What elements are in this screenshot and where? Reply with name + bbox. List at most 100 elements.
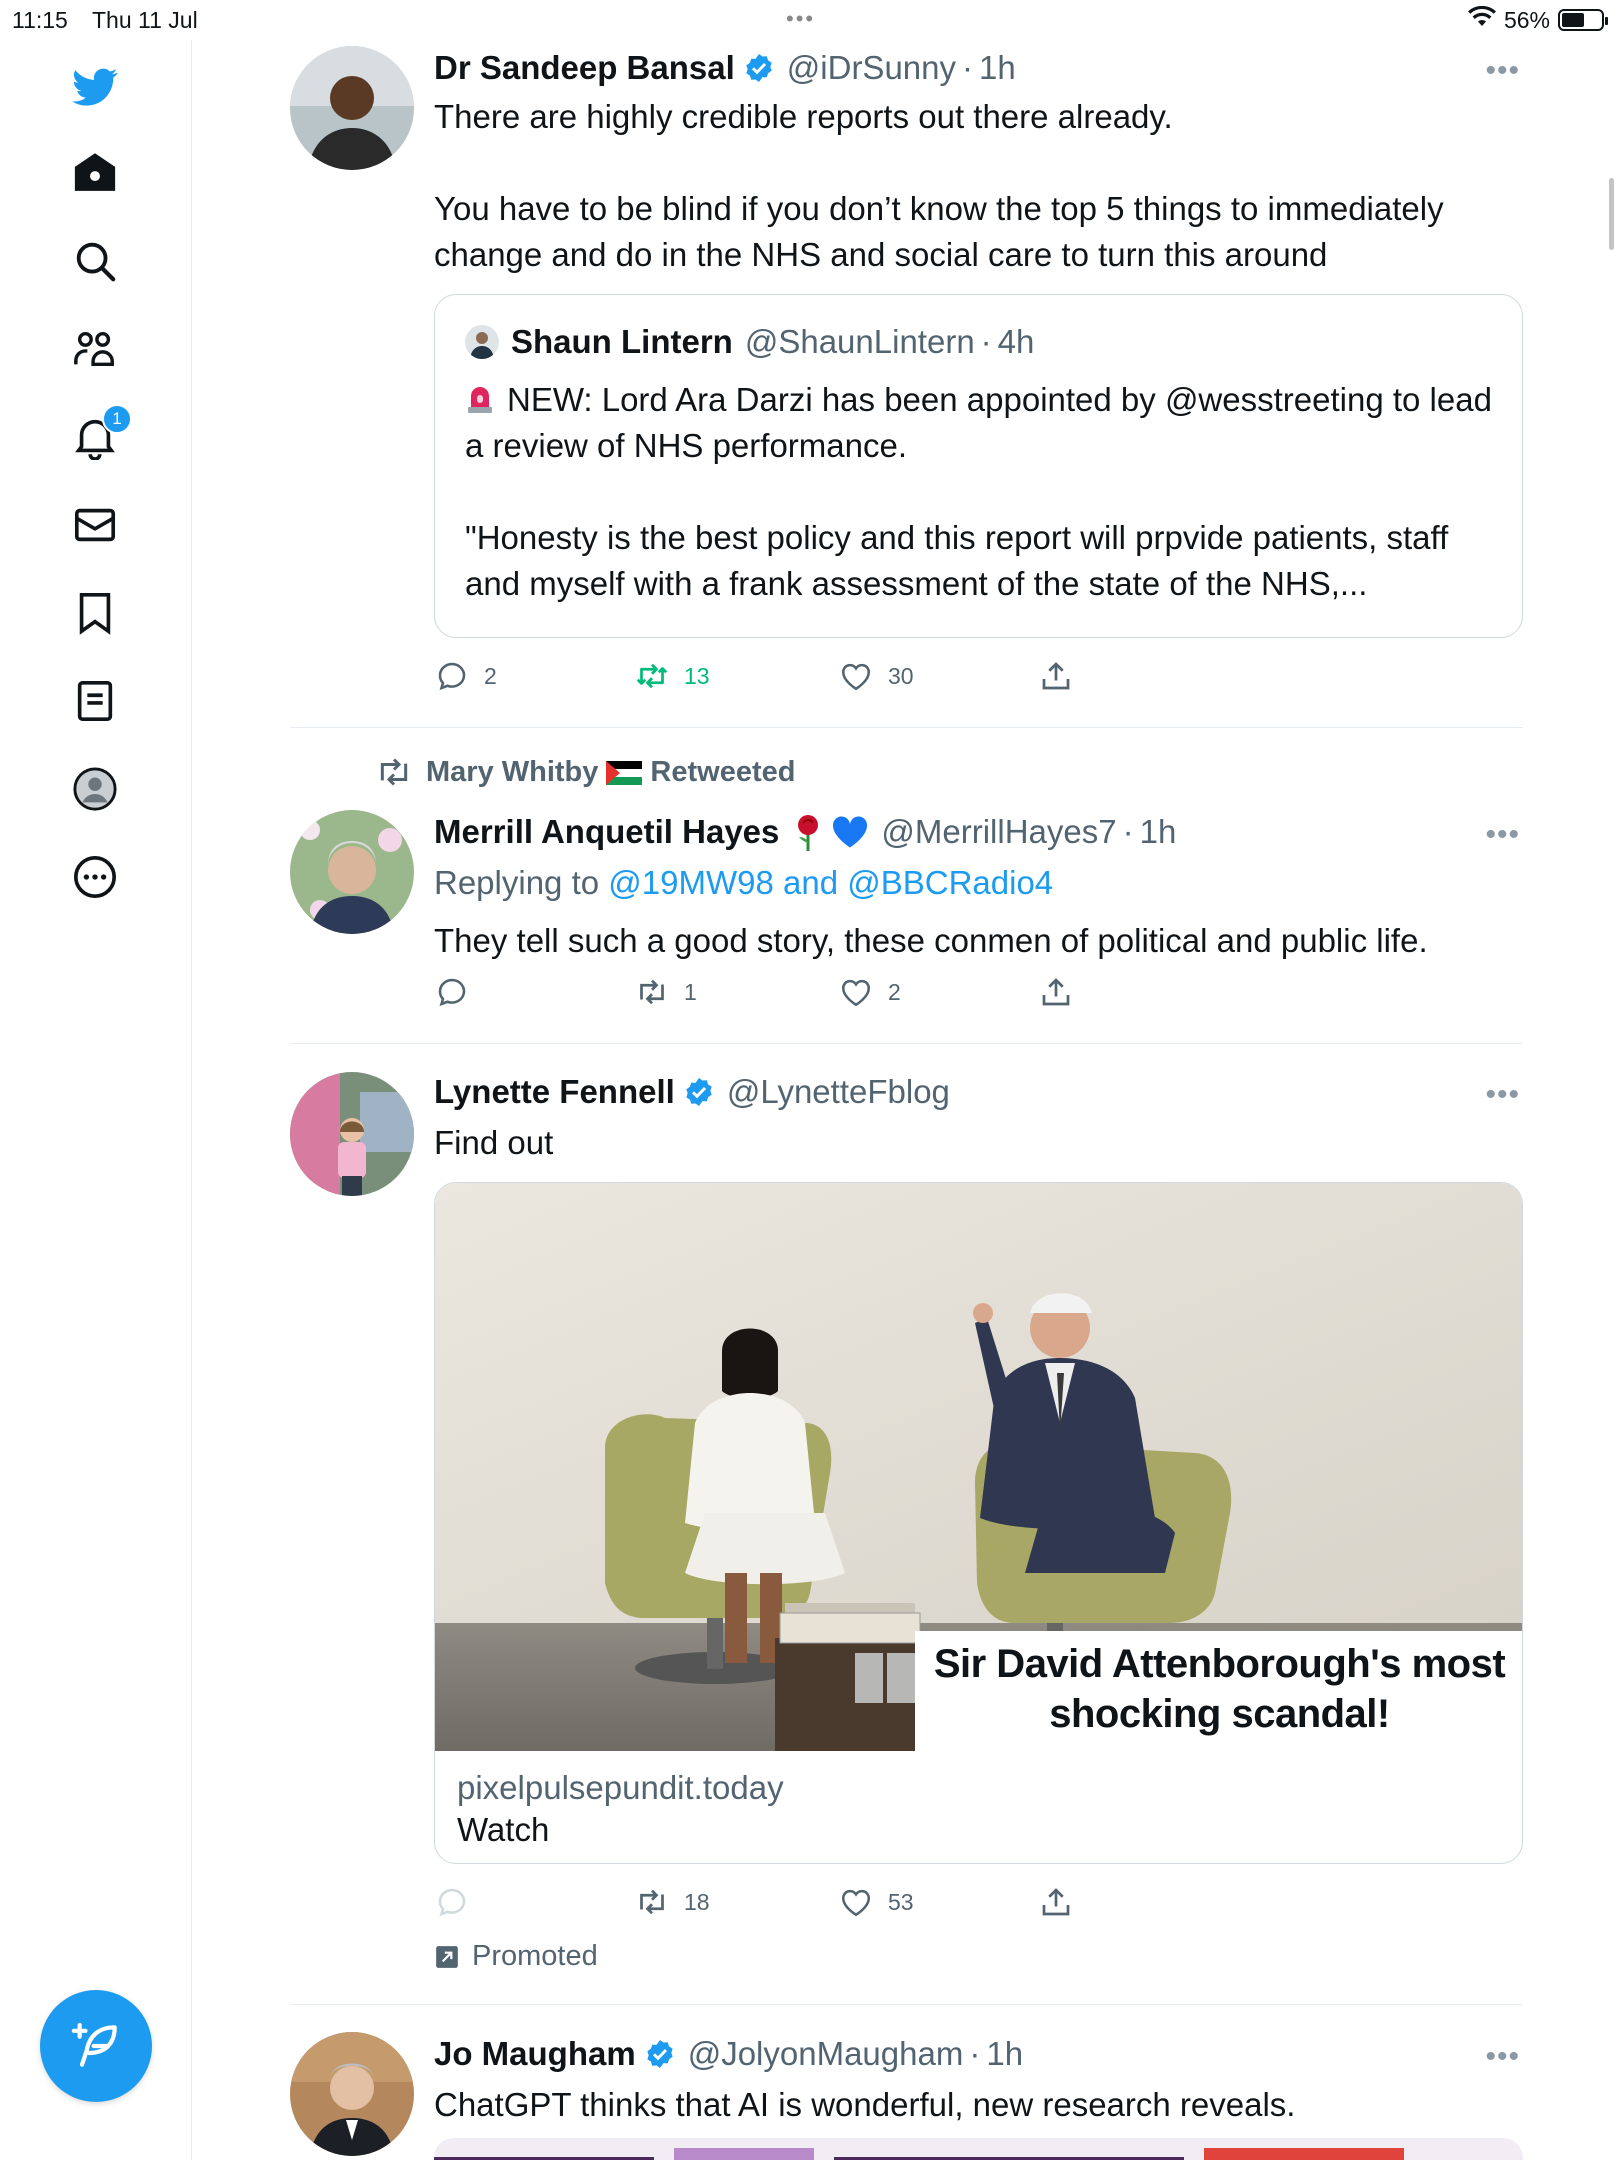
tweet-text: There are highly credible reports out th… xyxy=(434,94,1520,278)
link-card[interactable]: Sir David Attenborough's most shocking s… xyxy=(434,1182,1523,1864)
scrollbar[interactable] xyxy=(1609,178,1614,250)
tweet-text: Find out xyxy=(434,1120,1520,1166)
tweet-text-line: ChatGPT thinks that AI is wonderful, new… xyxy=(434,2086,1296,2123)
avatar[interactable] xyxy=(290,1072,414,1196)
bell-icon[interactable]: 1 xyxy=(70,404,132,462)
avatar[interactable] xyxy=(290,810,414,934)
separator-dot: · xyxy=(969,2035,981,2072)
like-button[interactable]: 30 xyxy=(838,658,914,694)
verified-badge-icon xyxy=(746,54,772,82)
profile-icon[interactable] xyxy=(70,764,120,814)
quote-author-name: Shaun Lintern xyxy=(511,323,733,360)
author-name[interactable]: Merrill Anquetil Hayes xyxy=(434,813,779,851)
tweet-header: Merrill Anquetil Hayes @MerrillHayes7 · … xyxy=(434,810,1520,854)
status-bar: 11:15 Thu 11 Jul ••• 56% xyxy=(0,0,1620,40)
reply-button[interactable] xyxy=(434,1884,484,1920)
author-handle[interactable]: @JolyonMaugham xyxy=(688,2035,964,2073)
retweet-button[interactable]: 18 xyxy=(634,1884,710,1920)
separator-dot: · xyxy=(980,323,992,360)
like-count: 30 xyxy=(888,662,914,689)
palestine-flag-icon xyxy=(606,760,643,785)
quote-avatar xyxy=(465,325,499,359)
retweet-button[interactable]: 13 xyxy=(634,658,710,694)
more-options-icon[interactable]: ••• xyxy=(1485,2040,1520,2074)
tweet-divider xyxy=(290,1043,1523,1044)
quoted-tweet[interactable]: Shaun Lintern @ShaunLintern · 4h NEW: Lo… xyxy=(434,294,1523,638)
card-title: Watch xyxy=(457,1811,550,1848)
compose-tweet-button[interactable] xyxy=(40,1990,152,2102)
more-options-icon[interactable]: ••• xyxy=(1485,54,1520,88)
author-handle[interactable]: @LynetteFblog xyxy=(727,1073,950,1111)
twitter-logo-icon[interactable] xyxy=(70,62,120,112)
video-thumbnail[interactable]: Sir David Attenborough's most shocking s… xyxy=(435,1183,1522,1751)
quote-text: NEW: Lord Ara Darzi has been appointed b… xyxy=(465,377,1492,607)
retweet-button[interactable]: 1 xyxy=(634,974,697,1010)
more-options-icon[interactable]: ••• xyxy=(1485,818,1520,852)
more-options-icon[interactable]: ••• xyxy=(1485,1078,1520,1112)
retweet-count: 18 xyxy=(684,1888,710,1915)
tweet-header: Jo Maugham @JolyonMaugham · 1h xyxy=(434,2032,1520,2076)
share-button[interactable] xyxy=(1038,974,1074,1010)
heart-icon xyxy=(841,663,871,691)
tweet-text-line: There are highly credible reports out th… xyxy=(434,98,1173,135)
tweet-text: They tell such a good story, these conme… xyxy=(434,918,1520,964)
video-caption-overlay: Sir David Attenborough's most shocking s… xyxy=(915,1631,1522,1751)
tweet-text-line: Find out xyxy=(434,1124,554,1161)
tweet-time[interactable]: 1h xyxy=(1140,813,1177,851)
author-name[interactable]: Dr Sandeep Bansal xyxy=(434,49,735,87)
status-time: 11:15 xyxy=(12,7,68,33)
quote-time: 4h xyxy=(997,323,1035,360)
multitasking-dots[interactable]: ••• xyxy=(786,6,815,32)
tweet-time[interactable]: 1h xyxy=(979,49,1016,87)
reply-count: 2 xyxy=(484,662,497,689)
avatar[interactable] xyxy=(290,46,414,170)
siren-icon xyxy=(465,381,495,413)
author-name[interactable]: Lynette Fennell xyxy=(434,1073,675,1111)
replying-to-users[interactable]: @19MW98 and @BBCRadio4 xyxy=(608,864,1053,901)
tweet-text: ChatGPT thinks that AI is wonderful, new… xyxy=(434,2082,1520,2128)
search-icon[interactable] xyxy=(70,236,120,286)
reply-button[interactable]: 2 xyxy=(434,658,497,694)
quote-header: Shaun Lintern @ShaunLintern · 4h xyxy=(465,323,1034,361)
author-handle[interactable]: @iDrSunny xyxy=(787,49,956,87)
reply-icon xyxy=(438,662,466,691)
separator-dot: · xyxy=(962,49,974,86)
rose-icon xyxy=(791,813,825,851)
sidebar-nav: 1 xyxy=(0,40,192,2160)
tweet-media-preview[interactable] xyxy=(434,2138,1523,2160)
promoted-text: Promoted xyxy=(472,1940,598,1972)
retweet-count: 1 xyxy=(684,978,697,1005)
like-button[interactable]: 53 xyxy=(838,1884,914,1920)
reply-button[interactable] xyxy=(434,974,484,1010)
home-icon[interactable] xyxy=(70,148,120,198)
retweeted-by-line: Mary Whitby Retweeted xyxy=(374,752,795,792)
author-name[interactable]: Jo Maugham xyxy=(434,2035,636,2073)
people-icon[interactable] xyxy=(70,324,120,374)
like-button[interactable]: 2 xyxy=(838,974,901,1010)
share-button[interactable] xyxy=(1038,1884,1074,1920)
replying-to: Replying to @19MW98 and @BBCRadio4 xyxy=(434,860,1520,906)
mail-icon[interactable] xyxy=(70,500,120,550)
author-handle[interactable]: @MerrillHayes7 xyxy=(881,813,1116,851)
separator-dot: · xyxy=(1122,813,1134,850)
retweeted-label: Retweeted xyxy=(650,755,796,788)
retweeter-name[interactable]: Mary Whitby xyxy=(426,756,598,789)
retweet-count: 13 xyxy=(684,662,710,689)
share-button[interactable] xyxy=(1038,658,1074,694)
more-circle-icon[interactable] xyxy=(70,852,120,902)
reply-icon xyxy=(438,978,466,1007)
tweet-text-line: They tell such a good story, these conme… xyxy=(434,922,1428,959)
heart-icon xyxy=(841,1889,871,1917)
avatar[interactable] xyxy=(290,2032,414,2156)
share-icon xyxy=(1042,978,1070,1006)
list-icon[interactable] xyxy=(70,676,120,726)
tweet-header: Dr Sandeep Bansal @iDrSunny · 1h xyxy=(434,46,1520,90)
tweet-time[interactable]: 1h xyxy=(986,2035,1023,2073)
tweet-header: Lynette Fennell @LynetteFblog xyxy=(434,1070,1520,1114)
tweet-divider xyxy=(290,727,1523,728)
card-meta: pixelpulsepundit.today Watch xyxy=(435,1751,1522,1863)
bookmark-icon[interactable] xyxy=(70,588,120,638)
share-icon xyxy=(1042,1888,1070,1916)
battery-icon xyxy=(1558,9,1608,31)
blue-heart-icon xyxy=(831,815,869,849)
